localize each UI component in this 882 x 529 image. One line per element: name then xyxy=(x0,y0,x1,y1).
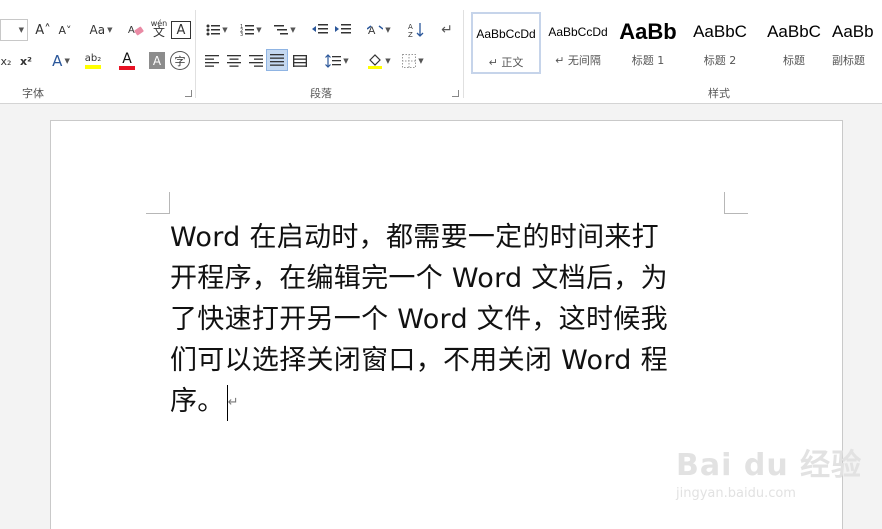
line-spacing-button[interactable]: ▼ xyxy=(322,50,352,72)
font-size-combo[interactable]: ▼ xyxy=(0,19,28,41)
group-divider xyxy=(463,10,464,98)
baidu-jingyan-watermark: Bai du 经验 jingyan.baidu.com xyxy=(676,448,863,501)
paragraph-group-label: 段落 xyxy=(310,87,332,100)
shrink-font-button[interactable]: A˅ xyxy=(56,19,74,41)
borders-button[interactable]: ▼ xyxy=(398,50,428,72)
align-left-button[interactable] xyxy=(202,50,222,72)
document-body[interactable]: Word 在启动时，都需要一定的时间来打 开程序，在编辑完一个 Word 文档后… xyxy=(170,217,730,423)
chevron-down-icon: ▼ xyxy=(222,26,228,34)
numbered-list-icon: 123 xyxy=(240,24,255,37)
multilevel-list-button[interactable]: ▼ xyxy=(270,19,300,41)
style-no-spacing[interactable]: AaBbCcDd ↵ 无间隔 xyxy=(543,12,613,74)
group-divider xyxy=(195,10,196,98)
sort-button[interactable]: AZ xyxy=(406,19,426,41)
align-center-button[interactable] xyxy=(224,50,244,72)
word-window: ▼ A˄ A˅ Aa ▼ A wén 文 A x₂ x² A ▼ ab₂ A A… xyxy=(0,0,882,529)
align-left-icon xyxy=(205,55,219,67)
chevron-down-icon: ▼ xyxy=(290,26,296,34)
multilevel-list-icon xyxy=(274,25,289,35)
text-line: 们可以选择关闭窗口，不用关闭 Word 程 xyxy=(170,345,668,376)
distributed-align-icon xyxy=(293,55,307,67)
crop-mark-top-right xyxy=(724,192,748,214)
font-color-button[interactable]: A xyxy=(112,50,142,72)
increase-indent-icon xyxy=(335,24,351,34)
crop-mark-top-left xyxy=(146,192,170,214)
decrease-indent-icon xyxy=(312,24,328,34)
text-line-last: 序。 ↵ xyxy=(170,381,730,423)
character-shading-button[interactable]: A xyxy=(149,52,165,69)
text-effect-button[interactable]: A ▼ xyxy=(46,50,76,72)
justify-button[interactable] xyxy=(266,49,288,71)
decrease-indent-button[interactable] xyxy=(310,19,330,41)
font-dialog-launcher-icon[interactable] xyxy=(185,90,192,97)
style-title[interactable]: AaBbC 标题 xyxy=(758,12,830,74)
justify-icon xyxy=(270,54,284,66)
paragraph-dialog-launcher-icon[interactable] xyxy=(452,90,459,97)
text-line: 了快速打开另一个 Word 文件，这时候我 xyxy=(170,304,668,335)
text-line: Word 在启动时，都需要一定的时间来打 xyxy=(170,222,659,253)
chevron-down-icon: ▼ xyxy=(107,26,113,34)
svg-text:A: A xyxy=(408,23,413,31)
style-heading-1[interactable]: AaBb 标题 1 xyxy=(616,12,680,74)
style-normal[interactable]: AaBbCcDd ↵ 正文 xyxy=(471,12,541,74)
superscript-button[interactable]: x² xyxy=(16,50,36,72)
chevron-down-icon: ▼ xyxy=(385,26,391,34)
change-case-button[interactable]: Aa ▼ xyxy=(84,19,118,41)
text-line: 序。 xyxy=(170,386,225,417)
font-color-bar xyxy=(119,66,135,70)
border-icon xyxy=(402,54,417,68)
svg-text:A: A xyxy=(128,25,135,36)
chevron-down-icon: ▼ xyxy=(385,57,391,65)
chevron-down-icon: ▼ xyxy=(343,57,349,65)
clear-format-button[interactable]: A xyxy=(126,19,146,41)
character-border-button[interactable]: A xyxy=(171,21,191,39)
highlight-button[interactable]: ab₂ xyxy=(78,50,108,72)
svg-text:3: 3 xyxy=(240,32,243,37)
paint-bucket-icon xyxy=(368,54,383,69)
align-right-button[interactable] xyxy=(246,50,266,72)
chevron-down-icon: ▼ xyxy=(418,57,424,65)
align-right-icon xyxy=(249,55,263,67)
paragraph-mark-icon: ↵ xyxy=(441,22,453,38)
align-center-icon xyxy=(227,55,241,67)
style-subtitle[interactable]: AaBb 副标题 xyxy=(832,12,882,74)
chevron-down-icon: ▼ xyxy=(64,57,70,65)
chinese-layout-button[interactable]: A ▼ xyxy=(364,19,394,41)
highlight-color-bar xyxy=(85,65,101,69)
distributed-button[interactable] xyxy=(290,50,310,72)
styles-group-label: 样式 xyxy=(708,87,730,100)
enclose-characters-button[interactable]: 字 xyxy=(170,51,190,70)
chevron-down-icon: ▼ xyxy=(18,26,24,34)
text-line: 开程序，在编辑完一个 Word 文档后，为 xyxy=(170,263,668,294)
sort-icon: AZ xyxy=(408,23,424,38)
increase-indent-button[interactable] xyxy=(333,19,353,41)
style-heading-2[interactable]: AaBbC 标题 2 xyxy=(684,12,756,74)
show-formatting-marks-button[interactable]: ↵ xyxy=(438,19,456,41)
ribbon: ▼ A˄ A˅ Aa ▼ A wén 文 A x₂ x² A ▼ ab₂ A A… xyxy=(0,0,882,104)
line-spacing-icon xyxy=(325,54,342,68)
chevron-down-icon: ▼ xyxy=(256,26,262,34)
numbering-button[interactable]: 123 ▼ xyxy=(236,19,266,41)
grow-font-button[interactable]: A˄ xyxy=(34,19,52,41)
subscript-button[interactable]: x₂ xyxy=(0,50,12,72)
paragraph-mark-icon: ↵ xyxy=(227,395,239,410)
bullet-list-icon xyxy=(206,24,221,36)
bullets-button[interactable]: ▼ xyxy=(202,19,232,41)
chinese-layout-icon: A xyxy=(367,25,384,37)
svg-text:Z: Z xyxy=(408,31,413,38)
styles-gallery: AaBbCcDd ↵ 正文 AaBbCcDd ↵ 无间隔 AaBb 标题 1 A… xyxy=(468,12,882,74)
eraser-icon: A xyxy=(128,25,144,36)
shading-button[interactable]: ▼ xyxy=(364,50,394,72)
phonetic-guide-button[interactable]: wén 文 xyxy=(148,17,170,39)
font-group-label: 字体 xyxy=(22,87,44,100)
